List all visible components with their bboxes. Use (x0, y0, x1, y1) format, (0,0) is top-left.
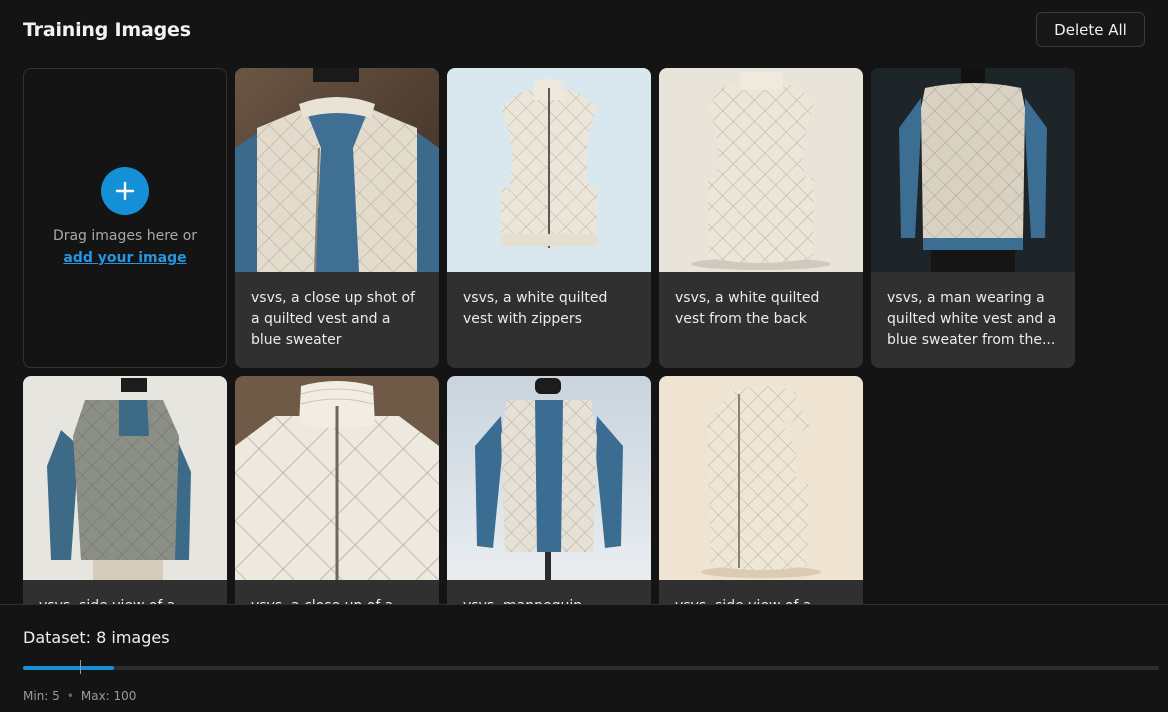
image-caption: vsvs, a man wearing a quilted white vest… (887, 290, 1057, 348)
image-caption: vsvs, a close up shot of a quilted vest … (251, 290, 415, 348)
image-caption: vsvs, a white quilted vest from the back (675, 290, 820, 327)
image-caption: vsvs, side view of a... (23, 580, 227, 604)
dataset-count: Dataset: 8 images (23, 628, 170, 647)
image-card[interactable]: vsvs, a man wearing a quilted white vest… (871, 68, 1075, 368)
add-image-button[interactable] (101, 167, 149, 215)
image-grid-scroll-area[interactable]: Drag images here or add your image vsvs,… (0, 60, 1168, 604)
header: Training Images Delete All (0, 0, 1168, 60)
dataset-limits: Min: 5 • Max: 100 (23, 689, 136, 703)
vest-mannequin-image (447, 376, 651, 580)
min-label: Min: 5 (23, 689, 60, 703)
image-card[interactable]: vsvs, a white quilted vest with zippers (447, 68, 651, 368)
vest-side-image (23, 376, 227, 580)
image-grid: Drag images here or add your image vsvs,… (23, 68, 1075, 604)
dataset-progress-track (23, 660, 1159, 674)
vest-quilt-closeup-image (235, 376, 439, 580)
image-card[interactable]: vsvs, side view of a... (23, 376, 227, 604)
add-image-link[interactable]: add your image (63, 250, 186, 266)
vest-front-image (447, 68, 651, 272)
min-threshold-marker (80, 660, 81, 674)
upload-dropzone[interactable]: Drag images here or add your image (23, 68, 227, 368)
vest-back-image (659, 68, 863, 272)
image-card[interactable]: vsvs, a close up shot of a quilted vest … (235, 68, 439, 368)
vest-side-cream-image (659, 376, 863, 580)
separator-dot: • (66, 689, 74, 703)
dataset-progress-fill (23, 666, 114, 670)
max-label: Max: 100 (80, 689, 137, 703)
image-card[interactable]: vsvs, mannequin... (447, 376, 651, 604)
image-card[interactable]: vsvs, a white quilted vest from the back (659, 68, 863, 368)
drag-hint-text: Drag images here or (52, 228, 198, 244)
image-caption: vsvs, a white quilted vest with zippers (463, 290, 608, 327)
image-caption: vsvs, mannequin... (447, 580, 651, 604)
vest-man-back-image (871, 68, 1075, 272)
image-card[interactable]: vsvs, side view of a... (659, 376, 863, 604)
delete-all-button[interactable]: Delete All (1036, 12, 1145, 47)
plus-icon (115, 181, 135, 201)
page-title: Training Images (23, 19, 191, 41)
image-card[interactable]: vsvs, a close up of a... (235, 376, 439, 604)
dataset-footer: Dataset: 8 images Min: 5 • Max: 100 (0, 604, 1168, 712)
vest-closeup-image (235, 68, 439, 272)
image-caption: vsvs, side view of a... (659, 580, 863, 604)
image-caption: vsvs, a close up of a... (235, 580, 439, 604)
